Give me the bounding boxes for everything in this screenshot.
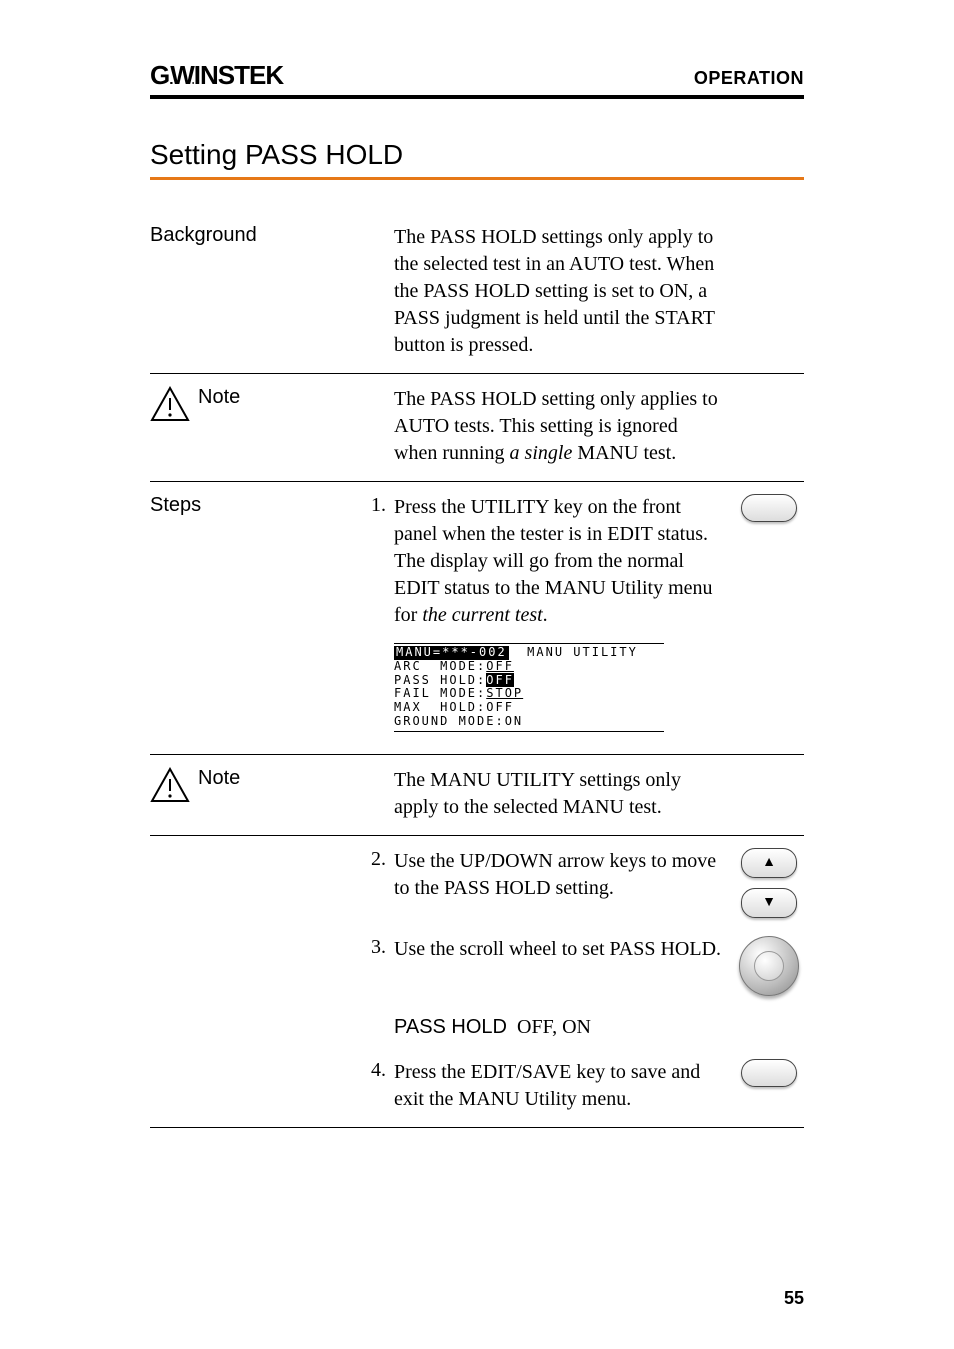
step-number-1: 1. xyxy=(350,494,394,517)
arrow-up-key-icon: ▲ xyxy=(741,848,797,878)
brand-logo: GWINSTEK xyxy=(150,60,283,91)
text-note2: The MANU UTILITY settings only apply to … xyxy=(394,767,724,821)
label-note: Note xyxy=(198,767,240,790)
divider xyxy=(150,1127,804,1128)
arrow-down-key-icon: ▼ xyxy=(741,888,797,918)
passhold-options: OFF, ON xyxy=(517,1016,591,1038)
step-number-2: 2. xyxy=(350,848,394,871)
text-step3: Use the scroll wheel to set PASS HOLD. xyxy=(394,936,724,963)
lcd-line1b: MANU UTILITY xyxy=(509,645,638,659)
text-step4: Press the EDIT/SAVE key to save and exit… xyxy=(394,1059,724,1113)
lcd-line3: PASS HOLD: xyxy=(394,673,486,687)
divider xyxy=(150,373,804,374)
lcd-line1a: MANU=***-002 xyxy=(396,645,507,659)
note1-c: MANU test. xyxy=(572,442,676,464)
label-note: Note xyxy=(198,386,240,409)
passhold-values: PASS HOLD OFF, ON xyxy=(394,1014,724,1041)
lcd-line4-val: STOP xyxy=(486,686,523,700)
lcd-line5: MAX HOLD:OFF xyxy=(394,700,514,714)
label-background: Background xyxy=(150,224,350,247)
label-steps: Steps xyxy=(150,494,350,517)
passhold-label: PASS HOLD xyxy=(394,1016,507,1038)
utility-key-icon xyxy=(741,494,797,522)
text-background: The PASS HOLD settings only apply to the… xyxy=(394,224,724,359)
divider xyxy=(150,835,804,836)
lcd-line2-val: OFF xyxy=(486,659,514,673)
lcd-screen: MANU=***-002 MANU UTILITY ARC MODE:OFF P… xyxy=(394,643,664,732)
page-number: 55 xyxy=(784,1288,804,1309)
step1-c: . xyxy=(543,604,548,626)
warning-icon xyxy=(150,386,190,428)
text-note1: The PASS HOLD setting only applies to AU… xyxy=(394,386,724,467)
note1-b: a single xyxy=(510,442,573,464)
page-title: Setting PASS HOLD xyxy=(150,139,804,171)
brand-instek: INSTEK xyxy=(194,60,283,90)
lcd-line4: FAIL MODE: xyxy=(394,686,486,700)
brand-w: W xyxy=(170,60,194,90)
lcd-line6: GROUND MODE:ON xyxy=(394,714,523,728)
divider xyxy=(150,481,804,482)
lcd-line3-val: OFF xyxy=(486,673,514,687)
title-underline xyxy=(150,177,804,180)
text-step1: Press the UTILITY key on the front panel… xyxy=(394,494,724,740)
step-number-4: 4. xyxy=(350,1059,394,1082)
warning-icon xyxy=(150,767,190,809)
brand-g: G xyxy=(150,60,170,90)
step-number-3: 3. xyxy=(350,936,394,959)
edit-save-key-icon xyxy=(741,1059,797,1087)
divider xyxy=(150,754,804,755)
section-header-operation: OPERATION xyxy=(694,68,804,89)
scroll-wheel-icon xyxy=(739,936,799,996)
header-divider xyxy=(150,95,804,99)
step1-b: the current test xyxy=(422,604,542,626)
text-step2: Use the UP/DOWN arrow keys to move to th… xyxy=(394,848,724,902)
lcd-line2: ARC MODE: xyxy=(394,659,486,673)
